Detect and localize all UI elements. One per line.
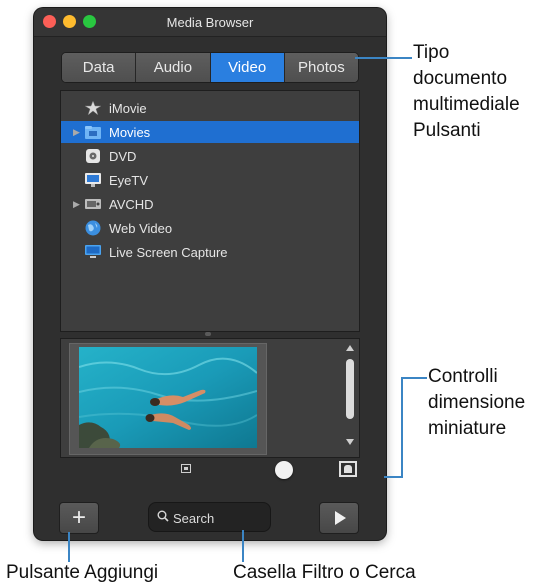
search-input[interactable] bbox=[171, 509, 267, 527]
scrollbar-thumb[interactable] bbox=[346, 359, 354, 419]
tab-video[interactable]: Video bbox=[210, 53, 285, 82]
play-button[interactable] bbox=[319, 502, 359, 534]
title-bar: Media Browser bbox=[34, 8, 386, 37]
callout-line-thumb-size-end bbox=[384, 476, 403, 478]
source-item-dvd[interactable]: DVD bbox=[61, 145, 359, 167]
imovie-star-icon bbox=[85, 101, 101, 115]
thumbnail-size-slider-knob[interactable] bbox=[275, 461, 293, 479]
source-label: Web Video bbox=[109, 220, 173, 236]
thumbnail-item[interactable] bbox=[69, 343, 267, 455]
small-thumbnail-icon[interactable] bbox=[181, 464, 191, 473]
source-label: iMovie bbox=[109, 100, 147, 116]
source-label: DVD bbox=[109, 148, 137, 164]
callout-text-line: multimediale bbox=[413, 94, 520, 115]
plus-icon: + bbox=[71, 504, 86, 531]
eyetv-icon bbox=[85, 173, 101, 187]
callout-text-line: miniature bbox=[428, 418, 507, 439]
thumbnail-pane bbox=[60, 338, 360, 458]
source-item-live-screen-capture[interactable]: Live Screen Capture bbox=[61, 241, 359, 263]
callout-text-line: Pulsanti bbox=[413, 120, 481, 141]
source-item-web-video[interactable]: Web Video bbox=[61, 217, 359, 239]
source-label: Live Screen Capture bbox=[109, 244, 228, 260]
callout-media-type: Tipo documento multimediale Pulsanti bbox=[413, 40, 520, 144]
media-browser-window: Media Browser Data Audio Video Photos iM… bbox=[34, 8, 386, 540]
swimmers-thumbnail bbox=[79, 347, 257, 448]
avchd-icon bbox=[85, 197, 101, 211]
callout-text-line: dimensione bbox=[428, 392, 526, 413]
callout-add: Pulsante Aggiungi bbox=[6, 562, 159, 583]
callout-thumb-size: Controlli dimensione miniature bbox=[428, 364, 525, 442]
callout-text-line: Controlli bbox=[428, 366, 498, 387]
search-icon bbox=[157, 510, 169, 522]
thumbnail-scrollbar[interactable] bbox=[344, 345, 356, 451]
callout-line-add bbox=[68, 532, 70, 562]
source-item-imovie[interactable]: iMovie bbox=[61, 97, 359, 119]
callout-filter: Casella Filtro o Cerca bbox=[233, 562, 416, 583]
movies-folder-icon bbox=[85, 125, 101, 139]
media-type-tabs: Data Audio Video Photos bbox=[61, 52, 359, 83]
source-item-movies[interactable]: ▶ Movies bbox=[61, 121, 359, 143]
callout-text-line: Tipo bbox=[413, 42, 450, 63]
tab-photos[interactable]: Photos bbox=[284, 53, 358, 82]
dvd-icon bbox=[85, 149, 101, 163]
disclosure-triangle-icon[interactable]: ▶ bbox=[73, 127, 80, 138]
callout-text-line: documento bbox=[413, 68, 508, 89]
stage: Media Browser Data Audio Video Photos iM… bbox=[0, 0, 547, 586]
screen-capture-icon bbox=[85, 245, 101, 259]
callout-line-media-type bbox=[355, 57, 412, 59]
disclosure-triangle-icon[interactable]: ▶ bbox=[73, 199, 80, 210]
play-icon bbox=[335, 511, 346, 525]
callout-line-thumb-size-h bbox=[401, 377, 427, 379]
scroll-down-arrow-icon[interactable] bbox=[346, 439, 354, 445]
scroll-up-arrow-icon[interactable] bbox=[346, 345, 354, 351]
search-field[interactable] bbox=[148, 502, 271, 532]
source-list: iMovie ▶ Movies DVD EyeTV ▶ AVCHD Web Vi… bbox=[60, 90, 360, 332]
callout-line-thumb-size-v bbox=[401, 377, 403, 478]
window-title: Media Browser bbox=[166, 15, 254, 30]
callout-line-filter bbox=[242, 530, 244, 562]
source-label: EyeTV bbox=[109, 172, 149, 188]
source-label: Movies bbox=[109, 124, 151, 140]
split-view-handle[interactable] bbox=[205, 332, 211, 336]
source-label: AVCHD bbox=[109, 196, 154, 212]
source-item-avchd[interactable]: ▶ AVCHD bbox=[61, 193, 359, 215]
globe-icon bbox=[85, 220, 101, 236]
tab-data[interactable]: Data bbox=[62, 53, 137, 82]
large-thumbnail-icon[interactable] bbox=[339, 461, 357, 477]
tab-audio[interactable]: Audio bbox=[136, 53, 211, 82]
source-item-eyetv[interactable]: EyeTV bbox=[61, 169, 359, 191]
add-button[interactable]: + bbox=[59, 502, 99, 534]
